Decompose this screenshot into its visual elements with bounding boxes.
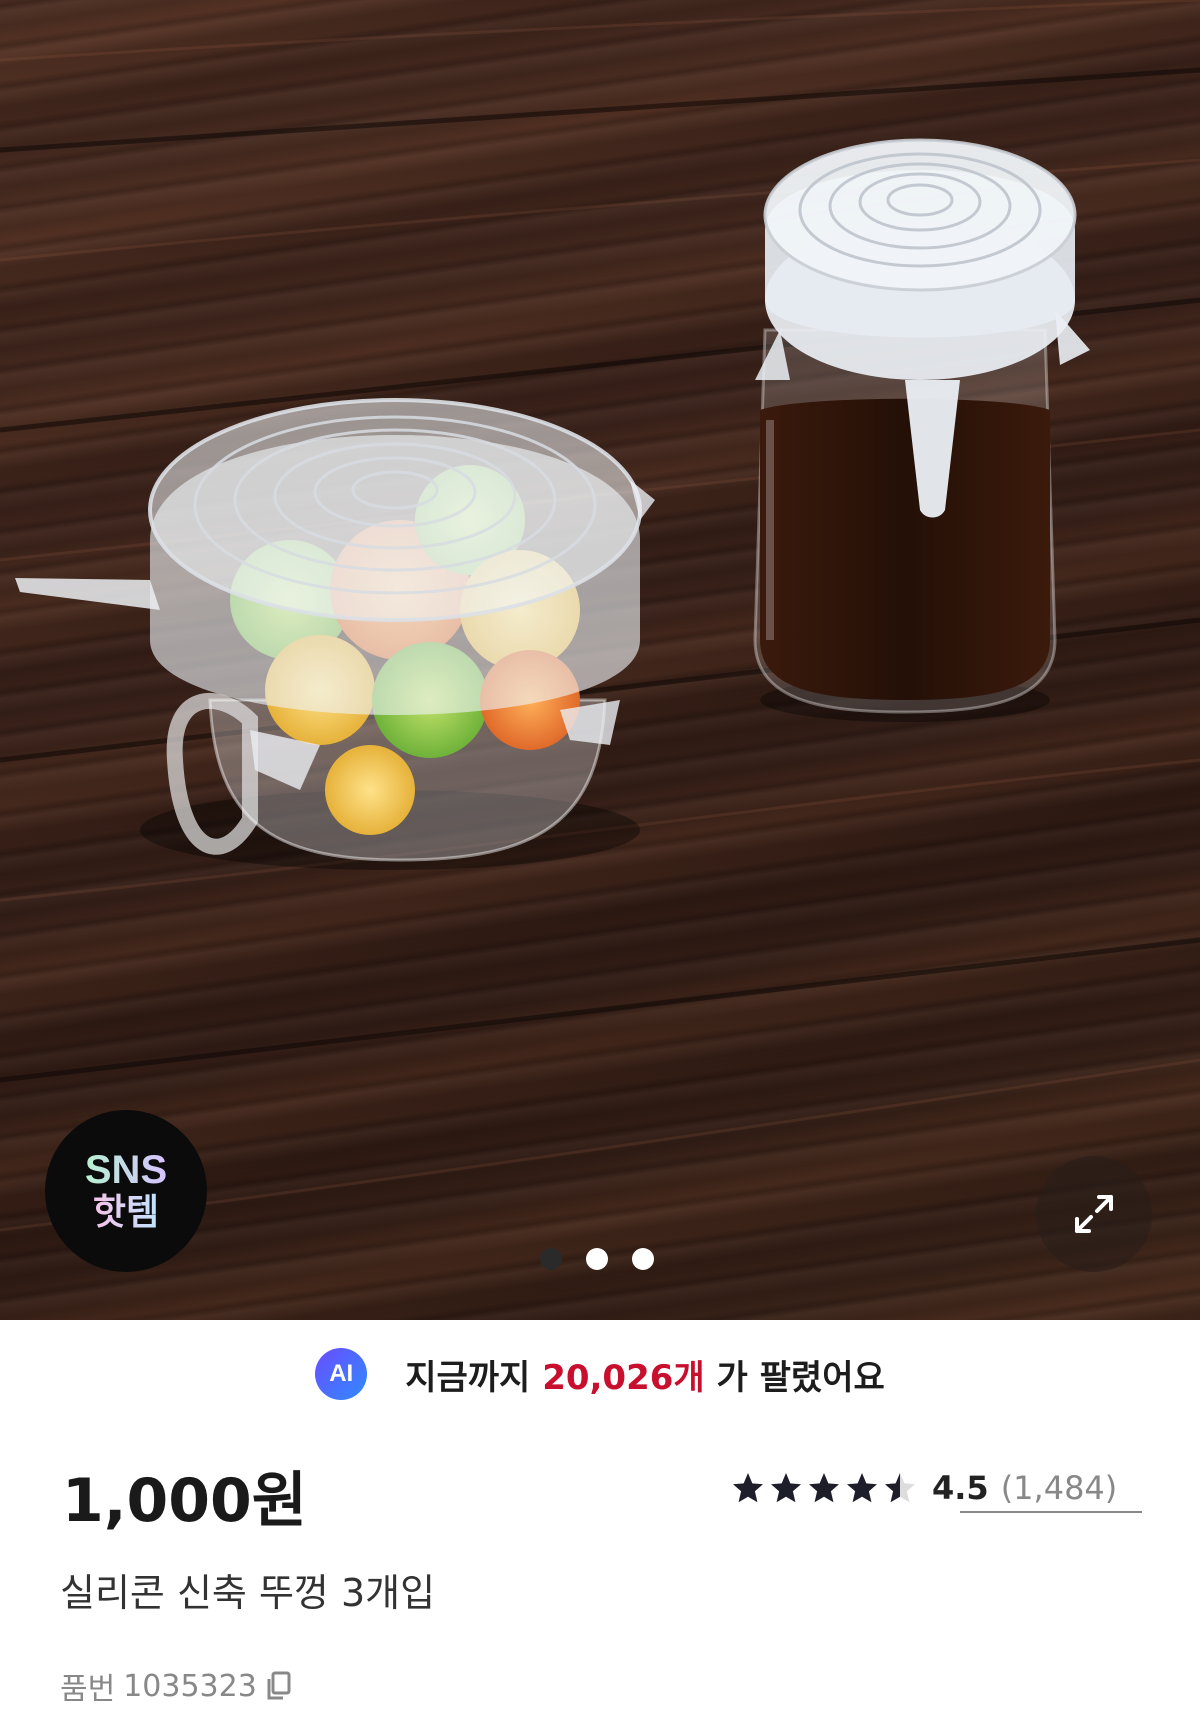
carousel-dot-1[interactable] xyxy=(540,1248,562,1270)
star-half-icon xyxy=(885,1473,915,1503)
badge-line2: 핫템 xyxy=(92,1192,160,1233)
sold-prefix: 지금까지 xyxy=(405,1357,531,1398)
star-full-icon xyxy=(771,1473,801,1503)
expand-image-button[interactable] xyxy=(1036,1156,1152,1272)
sold-count-number: 20,026개 xyxy=(542,1357,705,1398)
star-full-icon xyxy=(809,1473,839,1503)
star-full-icon xyxy=(733,1473,763,1503)
review-link-underline xyxy=(960,1511,1142,1513)
sold-count-banner: AI 지금까지 20,026개 가 팔렸어요 xyxy=(0,1348,1200,1400)
product-name: 실리콘 신축 뚜껑 3개입 xyxy=(60,1571,436,1615)
sold-count-text: 지금까지 20,026개 가 팔렸어요 xyxy=(405,1350,885,1399)
product-code-label: 품번 xyxy=(60,1672,116,1707)
badge-line1: SNS xyxy=(84,1148,168,1192)
product-image-carousel[interactable]: SNS 핫템 xyxy=(0,0,1200,1320)
carousel-indicator xyxy=(540,1248,654,1270)
rating-stars xyxy=(730,1470,918,1506)
carousel-dot-2[interactable] xyxy=(586,1248,608,1270)
review-count-link[interactable]: (1,484) xyxy=(1001,1469,1118,1507)
rating-summary[interactable]: 4.5 (1,484) xyxy=(730,1462,1142,1514)
product-code-value: 1035323 xyxy=(123,1668,257,1704)
product-code: 품번 1035323 xyxy=(60,1664,293,1708)
product-price: 1,000원 xyxy=(62,1466,307,1536)
expand-arrows-icon xyxy=(1075,1195,1113,1233)
product-photo xyxy=(0,0,1200,1232)
rating-score: 4.5 xyxy=(932,1469,989,1507)
sns-hot-item-badge: SNS 핫템 xyxy=(45,1110,207,1272)
ai-icon: AI xyxy=(315,1348,368,1400)
sold-suffix: 가 팔렸어요 xyxy=(716,1357,885,1398)
carousel-dot-3[interactable] xyxy=(632,1248,654,1270)
star-full-icon xyxy=(847,1473,877,1503)
copy-icon[interactable] xyxy=(265,1671,293,1701)
